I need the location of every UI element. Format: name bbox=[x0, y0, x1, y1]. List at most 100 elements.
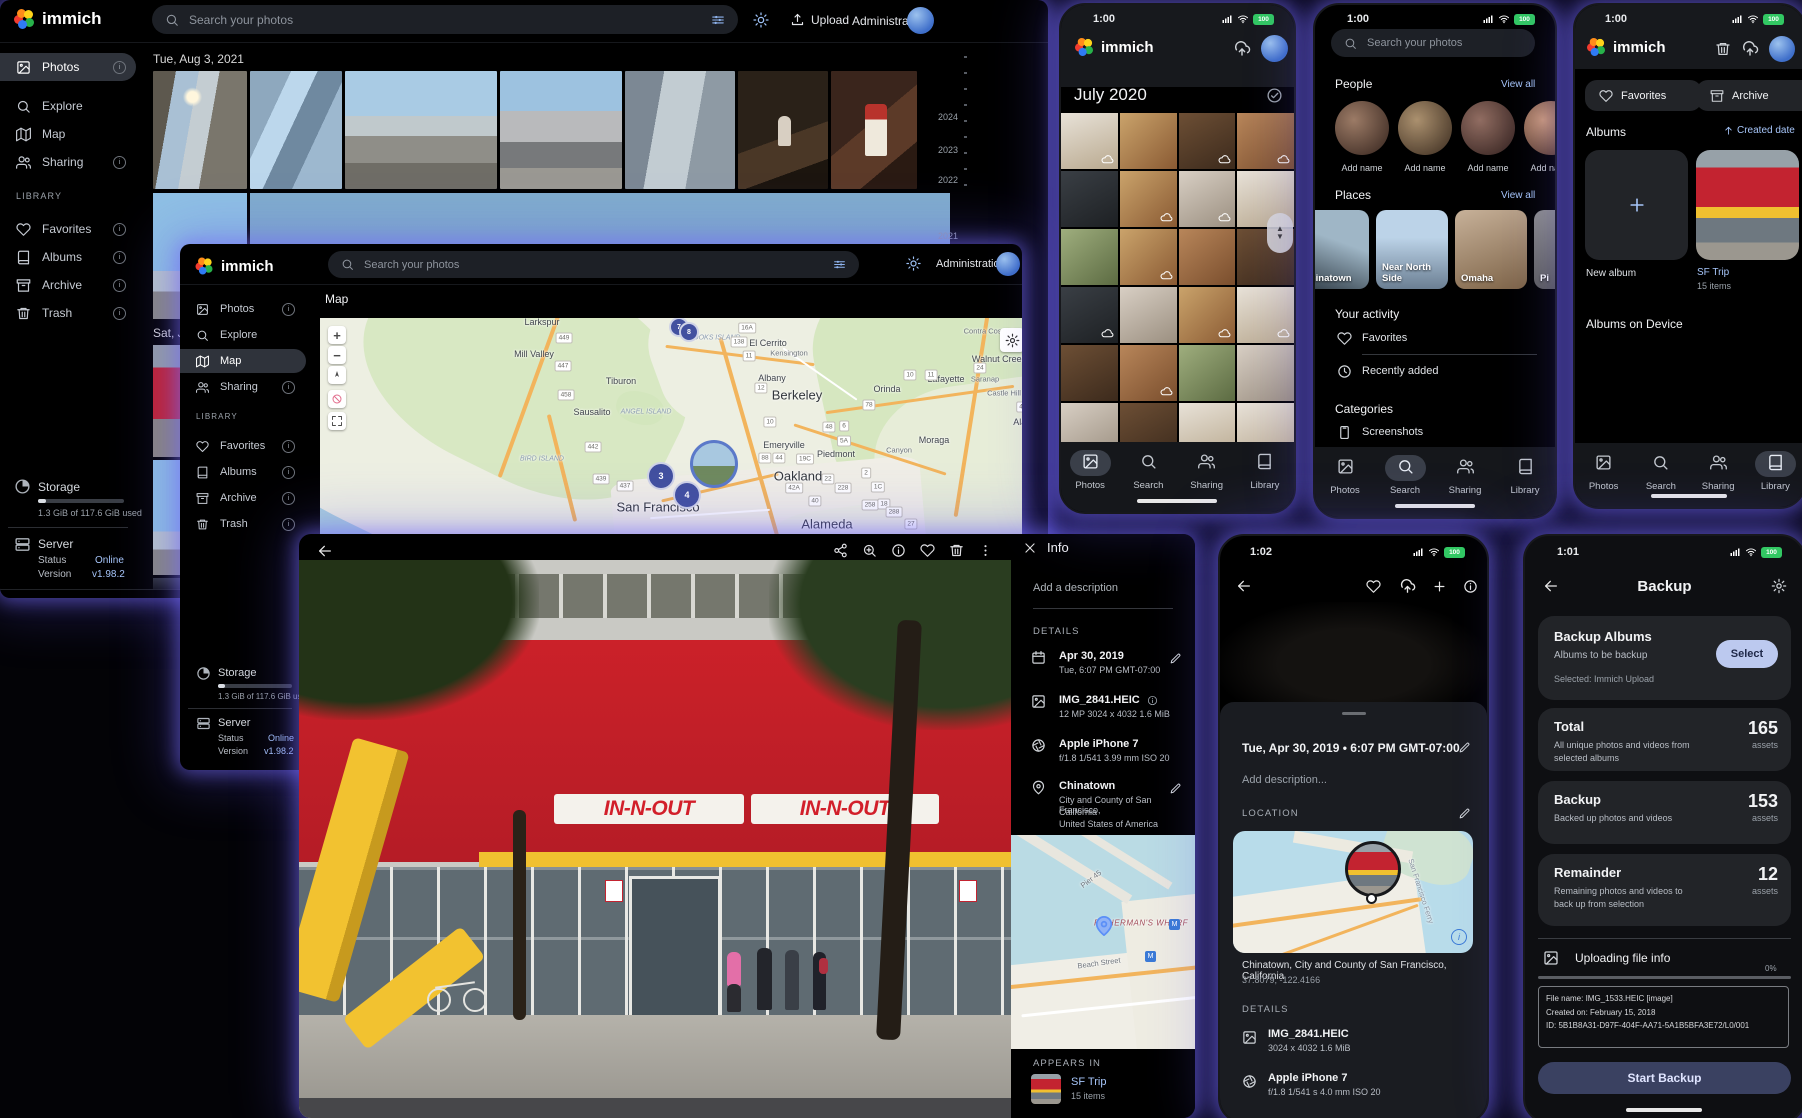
tab-photos[interactable]: Photos bbox=[1583, 451, 1624, 509]
photo-thumbnail[interactable] bbox=[345, 71, 497, 189]
search-input[interactable]: Search your photos bbox=[328, 251, 859, 278]
photo-thumbnail[interactable] bbox=[153, 460, 180, 575]
home-indicator[interactable] bbox=[1395, 504, 1475, 508]
photo-thumbnail[interactable] bbox=[250, 71, 342, 189]
photo-thumbnail[interactable] bbox=[831, 71, 917, 189]
photo-thumbnail[interactable] bbox=[1179, 229, 1236, 285]
select-button[interactable]: Select bbox=[1716, 640, 1778, 668]
edit-date-icon[interactable] bbox=[1169, 652, 1182, 665]
photo-thumbnail[interactable] bbox=[1120, 345, 1177, 401]
search-input[interactable]: Search your photos bbox=[1331, 29, 1535, 57]
photo-thumbnail[interactable] bbox=[1120, 171, 1177, 227]
search-filter-icon[interactable] bbox=[833, 258, 846, 271]
upload-cloud-icon[interactable] bbox=[1399, 578, 1416, 595]
map-cluster-marker[interactable]: 4 bbox=[673, 481, 701, 509]
share-icon[interactable] bbox=[833, 543, 848, 558]
home-indicator[interactable] bbox=[1626, 1108, 1702, 1112]
select-all-icon[interactable] bbox=[1266, 87, 1283, 104]
start-backup-button[interactable]: Start Backup bbox=[1538, 1062, 1791, 1094]
photo-thumbnail[interactable] bbox=[1179, 113, 1236, 169]
user-avatar[interactable] bbox=[907, 7, 934, 34]
info-map[interactable]: FISHERMAN'S WHARF Beach Street Pier 45 M… bbox=[1011, 835, 1195, 1049]
tab-search[interactable]: Search bbox=[1640, 451, 1681, 509]
map-photo-marker[interactable] bbox=[690, 440, 738, 488]
tab-sharing[interactable]: Sharing bbox=[1186, 450, 1227, 514]
map-compass-button[interactable] bbox=[328, 366, 346, 384]
place-card[interactable]: Pi bbox=[1534, 210, 1557, 289]
theme-toggle-icon[interactable] bbox=[906, 256, 921, 271]
map-cluster-marker[interactable]: 3 bbox=[647, 462, 675, 490]
photo-thumbnail[interactable] bbox=[153, 71, 247, 189]
add-name-label[interactable]: Add name bbox=[1530, 163, 1555, 173]
home-indicator[interactable] bbox=[1651, 494, 1727, 498]
archive-button[interactable]: Archive bbox=[1696, 80, 1802, 111]
map-settings-button[interactable] bbox=[1000, 328, 1022, 352]
favorite-icon[interactable] bbox=[920, 543, 935, 558]
user-avatar[interactable] bbox=[1769, 36, 1795, 62]
photo-thumbnail[interactable] bbox=[1179, 287, 1236, 343]
photo-thumbnail[interactable] bbox=[1179, 345, 1236, 401]
place-card[interactable]: Chinatown bbox=[1313, 210, 1369, 289]
info-circle-icon[interactable]: i bbox=[113, 223, 126, 236]
tab-library[interactable]: Library bbox=[1755, 451, 1796, 509]
photo-thumbnail[interactable] bbox=[1061, 229, 1118, 285]
user-avatar[interactable] bbox=[1261, 35, 1288, 62]
info-circle-icon[interactable]: i bbox=[282, 303, 295, 316]
immich-logo[interactable]: immich bbox=[14, 9, 102, 29]
map-zoom-out-button[interactable]: − bbox=[328, 346, 346, 364]
photo-dark-area[interactable] bbox=[1220, 602, 1487, 706]
info-circle-icon[interactable]: i bbox=[282, 466, 295, 479]
tab-photos[interactable]: Photos bbox=[1070, 450, 1111, 514]
back-icon[interactable] bbox=[1236, 578, 1252, 594]
map-cluster-marker[interactable]: 8 bbox=[679, 322, 699, 342]
description-input[interactable]: Add description... bbox=[1242, 774, 1327, 786]
info-circle-icon[interactable]: i bbox=[282, 492, 295, 505]
map-filter-toggle-button[interactable] bbox=[328, 390, 346, 408]
info-circle-icon[interactable]: i bbox=[282, 518, 295, 531]
favorite-icon[interactable] bbox=[1366, 579, 1381, 594]
search-filter-icon[interactable] bbox=[711, 13, 725, 27]
map-attribution-icon[interactable]: i bbox=[1451, 929, 1467, 945]
favorites-row[interactable]: Favorites bbox=[1362, 332, 1407, 344]
photo-thumbnail[interactable] bbox=[500, 71, 622, 189]
sidebar-item-map[interactable]: Map bbox=[0, 120, 136, 148]
person-face[interactable]: Add name bbox=[1524, 101, 1555, 173]
photo-thumbnail[interactable] bbox=[1237, 113, 1294, 169]
back-icon[interactable] bbox=[317, 543, 333, 559]
recently-added-row[interactable]: Recently added bbox=[1362, 365, 1438, 377]
sidebar-item-map[interactable]: Map bbox=[180, 349, 306, 373]
search-input[interactable]: Search your photos bbox=[152, 5, 738, 34]
location-map[interactable]: San Francisco Ferry i bbox=[1233, 831, 1473, 953]
info-icon[interactable] bbox=[1463, 579, 1478, 594]
tab-search[interactable]: Search bbox=[1385, 455, 1426, 519]
person-face[interactable]: Add name bbox=[1335, 101, 1389, 173]
photo-thumbnail[interactable] bbox=[1120, 287, 1177, 343]
add-name-label[interactable]: Add name bbox=[1341, 163, 1382, 173]
tab-photos[interactable]: Photos bbox=[1325, 455, 1366, 519]
info-circle-icon[interactable]: i bbox=[113, 251, 126, 264]
albums-sort-control[interactable]: Created date bbox=[1723, 125, 1795, 136]
place-card[interactable]: Near North Side bbox=[1376, 210, 1448, 289]
more-options-icon[interactable] bbox=[978, 543, 993, 558]
place-card[interactable]: Omaha bbox=[1455, 210, 1527, 289]
photo-map-marker[interactable] bbox=[1345, 841, 1401, 897]
info-circle-icon[interactable]: i bbox=[113, 279, 126, 292]
tab-library[interactable]: Library bbox=[1505, 455, 1546, 519]
photo-thumbnail[interactable] bbox=[1061, 287, 1118, 343]
favorites-button[interactable]: Favorites bbox=[1585, 80, 1702, 111]
map-zoom-in-button[interactable]: + bbox=[328, 326, 346, 344]
photo-thumbnail[interactable] bbox=[153, 578, 180, 589]
map-canvas[interactable]: LarkspurMill ValleyTiburonSausalitoSan F… bbox=[320, 318, 1022, 558]
album-card-sf-trip[interactable] bbox=[1696, 150, 1799, 260]
info-circle-icon[interactable]: i bbox=[113, 61, 126, 74]
immich-logo[interactable]: immich bbox=[194, 256, 274, 276]
photo-thumbnail[interactable] bbox=[1061, 171, 1118, 227]
info-icon[interactable] bbox=[891, 543, 906, 558]
photo-thumbnail[interactable] bbox=[1120, 229, 1177, 285]
photo-thumbnail[interactable] bbox=[1061, 113, 1118, 169]
album-thumbnail[interactable] bbox=[1031, 1074, 1061, 1104]
tab-search[interactable]: Search bbox=[1128, 450, 1169, 514]
map-fullscreen-button[interactable] bbox=[328, 412, 346, 430]
sidebar-item-explore[interactable]: Explore bbox=[180, 323, 306, 347]
settings-gear-icon[interactable] bbox=[1771, 578, 1787, 594]
